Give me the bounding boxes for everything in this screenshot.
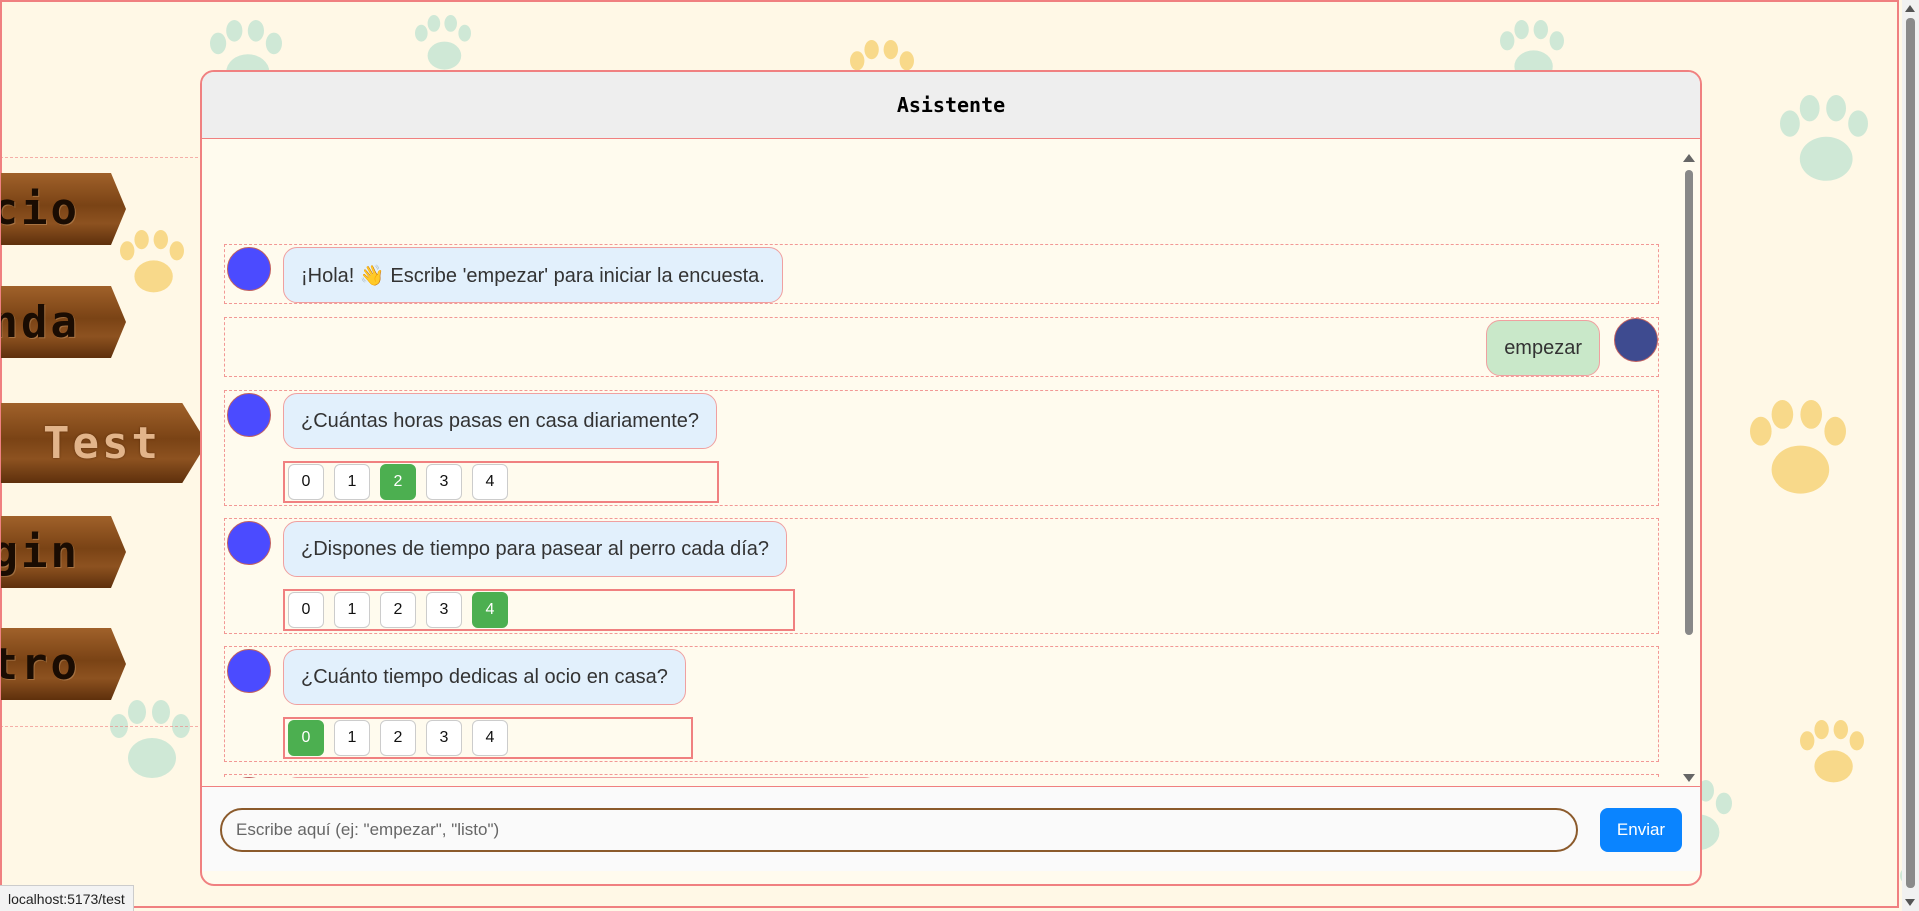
bot-question-row: ¿Dispones de tiempo para pasear al perro…	[224, 518, 1659, 634]
answer-option-button[interactable]: 3	[426, 592, 462, 628]
answer-option-button[interactable]: 1	[334, 464, 370, 500]
answer-option-button[interactable]: 3	[426, 464, 462, 500]
nav-sign-label: istro	[0, 638, 80, 690]
answer-option-button[interactable]: 4	[472, 720, 508, 756]
answer-option-button[interactable]: 4	[472, 592, 508, 628]
nav-sign-label: icio	[0, 183, 80, 235]
user-avatar	[1614, 318, 1658, 362]
question-bubble: ¿Puedes ajustar tu agenda por responsabi…	[283, 777, 880, 778]
nav-sign-column: icio enda Test gin istro	[0, 157, 208, 727]
answer-option-button[interactable]: 3	[426, 720, 462, 756]
bot-question-row: ¿Puedes ajustar tu agenda por responsabi…	[224, 774, 1659, 778]
bot-avatar	[227, 247, 271, 291]
answer-option-button[interactable]: 2	[380, 592, 416, 628]
nav-sign-tienda[interactable]: enda	[1, 286, 126, 358]
send-button[interactable]: Enviar	[1600, 808, 1682, 852]
answer-option-button[interactable]: 0	[288, 720, 324, 756]
bot-avatar	[227, 649, 271, 693]
answer-option-button[interactable]: 2	[380, 720, 416, 756]
question-bubble: ¿Dispones de tiempo para pasear al perro…	[283, 521, 788, 577]
message-input-bar: Enviar	[202, 786, 1700, 871]
answer-option-button[interactable]: 4	[472, 464, 508, 500]
chat-header: Asistente	[202, 72, 1700, 139]
bot-question-row: ¿Cuántas horas pasas en casa diariamente…	[224, 390, 1659, 506]
answer-option-button[interactable]: 1	[334, 720, 370, 756]
bot-avatar	[227, 521, 271, 565]
message-list-scrollbar[interactable]	[1682, 148, 1696, 788]
answer-options: 01234	[283, 461, 719, 503]
nav-sign-login[interactable]: gin	[1, 516, 126, 588]
nav-sign-label: enda	[0, 296, 80, 348]
message-input[interactable]	[220, 808, 1578, 852]
chat-title: Asistente	[896, 93, 1006, 117]
page-scroll-up-icon[interactable]	[1905, 5, 1915, 12]
scroll-down-arrow-icon[interactable]	[1683, 774, 1695, 782]
page-scroll-down-icon[interactable]	[1905, 899, 1915, 906]
answer-options: 01234	[283, 589, 795, 631]
scroll-up-arrow-icon[interactable]	[1683, 154, 1695, 162]
nav-sign-label: Test	[43, 417, 161, 469]
question-bubble: ¿Cuánto tiempo dedicas al ocio en casa?	[283, 649, 686, 705]
answer-option-button[interactable]: 0	[288, 464, 324, 500]
page-scrollbar-thumb[interactable]	[1906, 18, 1915, 888]
answer-option-button[interactable]: 1	[334, 592, 370, 628]
bot-question-row: ¿Cuánto tiempo dedicas al ocio en casa? 0…	[224, 646, 1659, 762]
user-message-row: empezar	[224, 317, 1659, 377]
page-scrollbar[interactable]	[1902, 0, 1919, 911]
answer-option-button[interactable]: 2	[380, 464, 416, 500]
chat-window: Asistente ¡Hola! 👋 Escribe 'empezar' par…	[200, 70, 1702, 886]
answer-options: 01234	[283, 717, 693, 759]
nav-sign-test[interactable]: Test	[1, 403, 207, 483]
answer-option-button[interactable]: 0	[288, 592, 324, 628]
bot-message-bubble: ¡Hola! 👋 Escribe 'empezar' para iniciar …	[283, 247, 783, 303]
status-bar-url: localhost:5173/test	[0, 885, 134, 911]
bot-avatar	[227, 393, 271, 437]
nav-sign-inicio[interactable]: icio	[1, 173, 126, 245]
scrollbar-thumb[interactable]	[1685, 170, 1693, 635]
nav-sign-label: gin	[0, 526, 80, 578]
nav-sign-registro[interactable]: istro	[1, 628, 126, 700]
message-list[interactable]: ¡Hola! 👋 Escribe 'empezar' para iniciar …	[202, 138, 1700, 778]
question-bubble: ¿Cuántas horas pasas en casa diariamente…	[283, 393, 718, 449]
user-message-bubble: empezar	[1486, 320, 1600, 376]
bot-avatar	[227, 777, 271, 778]
bot-message-row: ¡Hola! 👋 Escribe 'empezar' para iniciar …	[224, 244, 1659, 304]
